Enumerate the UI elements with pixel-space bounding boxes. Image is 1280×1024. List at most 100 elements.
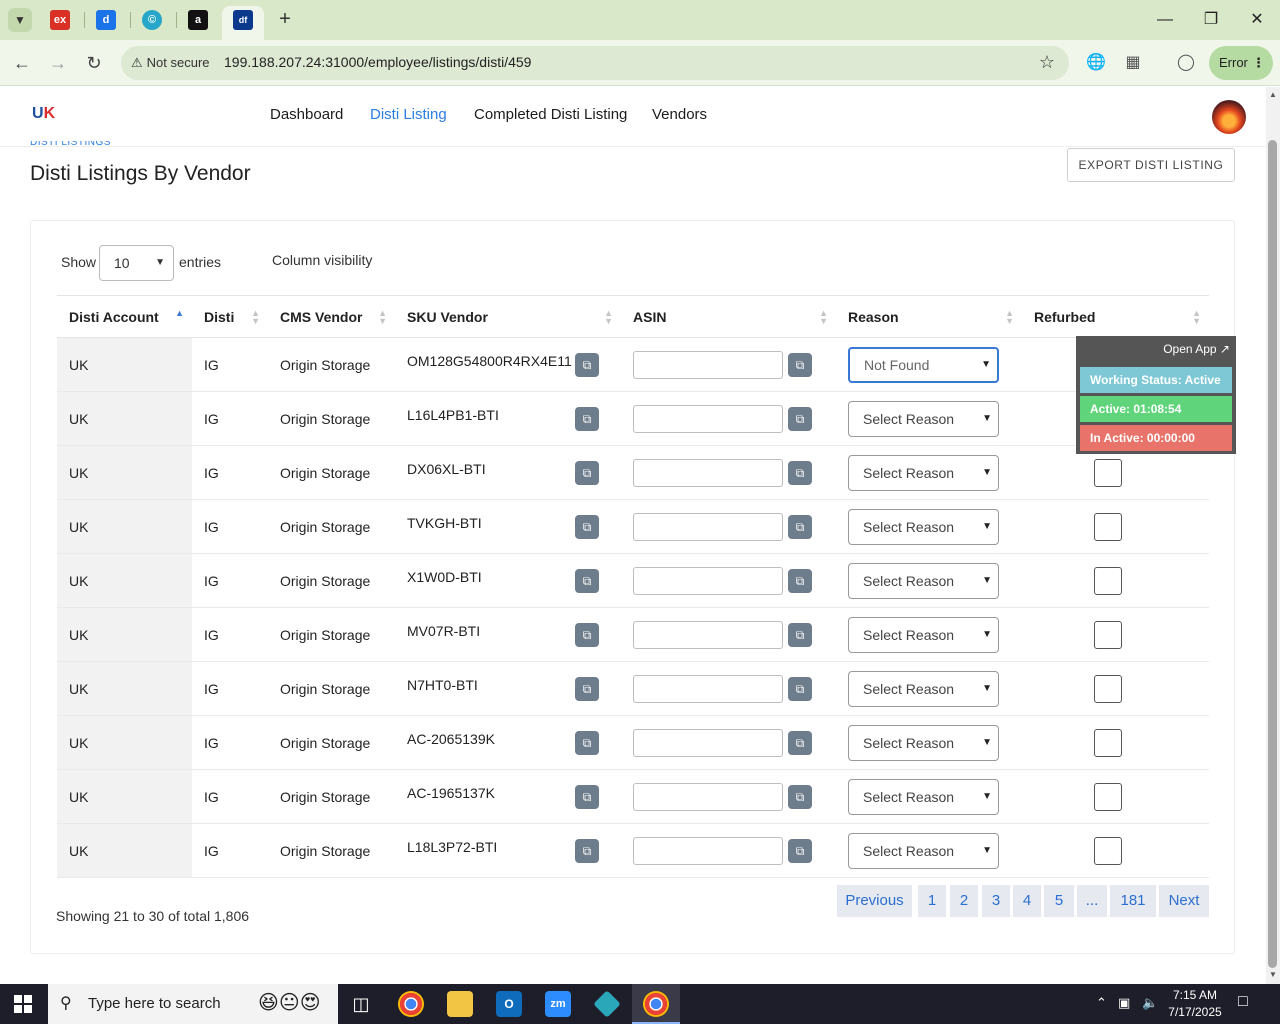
nav-disti-listing[interactable]: Disti Listing <box>370 106 447 123</box>
reason-select[interactable]: Select Reason ▼ <box>848 508 999 545</box>
copy-sku-icon[interactable]: ⧉ <box>575 353 599 377</box>
copy-sku-icon[interactable]: ⧉ <box>575 569 599 593</box>
tray-chevron-icon[interactable]: ⌃ <box>1096 995 1107 1011</box>
copy-asin-icon[interactable]: ⧉ <box>788 785 812 809</box>
network-icon[interactable]: ▣ <box>1118 995 1130 1011</box>
copy-asin-icon[interactable]: ⧉ <box>788 353 812 377</box>
tab-amazon-favicon[interactable]: a <box>188 10 208 30</box>
column-visibility-button[interactable]: Column visibility <box>272 252 372 268</box>
reason-select[interactable]: Select Reason ▼ <box>848 562 999 599</box>
extensions-puzzle-icon[interactable]: ▦ <box>1122 52 1144 74</box>
copy-sku-icon[interactable]: ⧉ <box>575 677 599 701</box>
translate-globe-icon[interactable]: 🌐 <box>1085 52 1107 74</box>
copy-asin-icon[interactable]: ⧉ <box>788 677 812 701</box>
copy-sku-icon[interactable]: ⧉ <box>575 623 599 647</box>
security-indicator[interactable]: ⚠ Not secure <box>131 55 210 71</box>
asin-input[interactable] <box>633 458 783 487</box>
copy-sku-icon[interactable]: ⧉ <box>575 407 599 431</box>
reason-select[interactable]: Select Reason ▼ <box>848 616 999 653</box>
asin-input[interactable] <box>633 836 783 865</box>
user-avatar[interactable] <box>1212 100 1246 134</box>
close-window-icon[interactable]: ✕ <box>1242 8 1272 32</box>
task-view-icon[interactable]: ◫ <box>348 991 374 1017</box>
file-explorer-icon[interactable] <box>447 991 473 1017</box>
page-scrollbar-thumb[interactable] <box>1268 140 1277 968</box>
column-header-disti[interactable]: Disti ▲ ▼ <box>192 295 268 338</box>
asin-input[interactable] <box>633 350 783 379</box>
pagination-page-3[interactable]: 3 <box>982 885 1010 917</box>
breadcrumb[interactable]: DISTI LISTINGS <box>30 141 111 149</box>
forward-arrow-icon[interactable]: → <box>46 51 70 75</box>
export-disti-listing-button[interactable]: EXPORT DISTI LISTING <box>1067 148 1235 182</box>
refurbed-checkbox[interactable] <box>1094 836 1122 865</box>
copy-asin-icon[interactable]: ⧉ <box>788 515 812 539</box>
restore-icon[interactable]: ❐ <box>1196 8 1226 32</box>
entries-per-page-select[interactable]: 10 ▼ <box>99 245 174 281</box>
reason-select[interactable]: Select Reason ▼ <box>848 724 999 761</box>
pagination-previous[interactable]: Previous <box>837 885 912 917</box>
minimize-icon[interactable]: — <box>1150 8 1180 32</box>
refurbed-checkbox[interactable] <box>1094 458 1122 487</box>
nav-completed-disti-listing[interactable]: Completed Disti Listing <box>474 106 627 123</box>
column-header-sku-vendor[interactable]: SKU Vendor ▲ ▼ <box>395 295 621 338</box>
refurbed-checkbox[interactable] <box>1094 674 1122 703</box>
refurbed-checkbox[interactable] <box>1094 620 1122 649</box>
asin-input[interactable] <box>633 728 783 757</box>
reason-select[interactable]: Select Reason ▼ <box>848 400 999 437</box>
address-bar[interactable]: ⚠ Not secure 199.188.207.24:31000/employe… <box>121 46 1069 80</box>
chrome-profile-icon[interactable] <box>643 991 669 1017</box>
pagination-page-4[interactable]: 4 <box>1013 885 1041 917</box>
pagination-page-181[interactable]: 181 <box>1110 885 1156 917</box>
nav-dashboard[interactable]: Dashboard <box>270 106 343 123</box>
outlook-icon[interactable]: O <box>496 991 522 1017</box>
reason-select[interactable]: Select Reason ▼ <box>848 778 999 815</box>
reason-select[interactable]: Not Found ▼ <box>848 346 999 383</box>
copy-asin-icon[interactable]: ⧉ <box>788 623 812 647</box>
copy-sku-icon[interactable]: ⧉ <box>575 515 599 539</box>
chrome-icon[interactable] <box>398 991 424 1017</box>
bookmark-star-icon[interactable]: ☆ <box>1039 52 1055 73</box>
asin-input[interactable] <box>633 782 783 811</box>
copy-asin-icon[interactable]: ⧉ <box>788 839 812 863</box>
column-header-asin[interactable]: ASIN ▲ ▼ <box>621 295 836 338</box>
windows-start-icon[interactable] <box>14 995 32 1013</box>
copy-sku-icon[interactable]: ⧉ <box>575 785 599 809</box>
url-text[interactable]: 199.188.207.24:31000/employee/listings/d… <box>224 54 531 70</box>
pagination-page-5[interactable]: 5 <box>1044 885 1074 917</box>
column-header-reason[interactable]: Reason ▲ ▼ <box>836 295 1022 338</box>
back-arrow-icon[interactable]: ← <box>10 51 34 75</box>
tab-search-chevron-icon[interactable]: ▼ <box>8 8 32 32</box>
column-header-disti-account[interactable]: Disti Account ▲ <box>57 295 192 338</box>
scroll-down-arrow-icon[interactable]: ▼ <box>1268 970 1278 979</box>
copy-asin-icon[interactable]: ⧉ <box>788 407 812 431</box>
scroll-up-arrow-icon[interactable]: ▲ <box>1268 90 1278 99</box>
asin-input[interactable] <box>633 620 783 649</box>
asin-input[interactable] <box>633 674 783 703</box>
app-diamond-icon[interactable] <box>593 990 621 1018</box>
pagination-next[interactable]: Next <box>1159 885 1209 917</box>
refurbed-checkbox[interactable] <box>1094 728 1122 757</box>
asin-input[interactable] <box>633 566 783 595</box>
zoom-icon[interactable]: zm <box>545 991 571 1017</box>
copy-sku-icon[interactable]: ⧉ <box>575 839 599 863</box>
tab-ex-favicon[interactable]: ex <box>50 10 70 30</box>
volume-icon[interactable]: 🔈 <box>1142 995 1158 1011</box>
tab-blue-favicon[interactable]: d <box>96 10 116 30</box>
refurbed-checkbox[interactable] <box>1094 512 1122 541</box>
reason-select[interactable]: Select Reason ▼ <box>848 832 999 869</box>
pagination-page-1[interactable]: 1 <box>918 885 946 917</box>
tab-copyright-favicon[interactable]: © <box>142 10 162 30</box>
notifications-icon[interactable]: □ <box>1238 993 1248 1011</box>
column-header-refurbed[interactable]: Refurbed ▲ ▼ <box>1022 295 1209 338</box>
copy-asin-icon[interactable]: ⧉ <box>788 569 812 593</box>
pagination-page-2[interactable]: 2 <box>950 885 978 917</box>
refurbed-checkbox[interactable] <box>1094 782 1122 811</box>
copy-asin-icon[interactable]: ⧉ <box>788 461 812 485</box>
refurbed-checkbox[interactable] <box>1094 566 1122 595</box>
reason-select[interactable]: Select Reason ▼ <box>848 670 999 707</box>
profile-error-button[interactable]: Error ⋮ <box>1209 46 1273 80</box>
asin-input[interactable] <box>633 512 783 541</box>
asin-input[interactable] <box>633 404 783 433</box>
reason-select[interactable]: Select Reason ▼ <box>848 454 999 491</box>
taskbar-clock[interactable]: 7:15 AM 7/17/2025 <box>1160 987 1230 1021</box>
